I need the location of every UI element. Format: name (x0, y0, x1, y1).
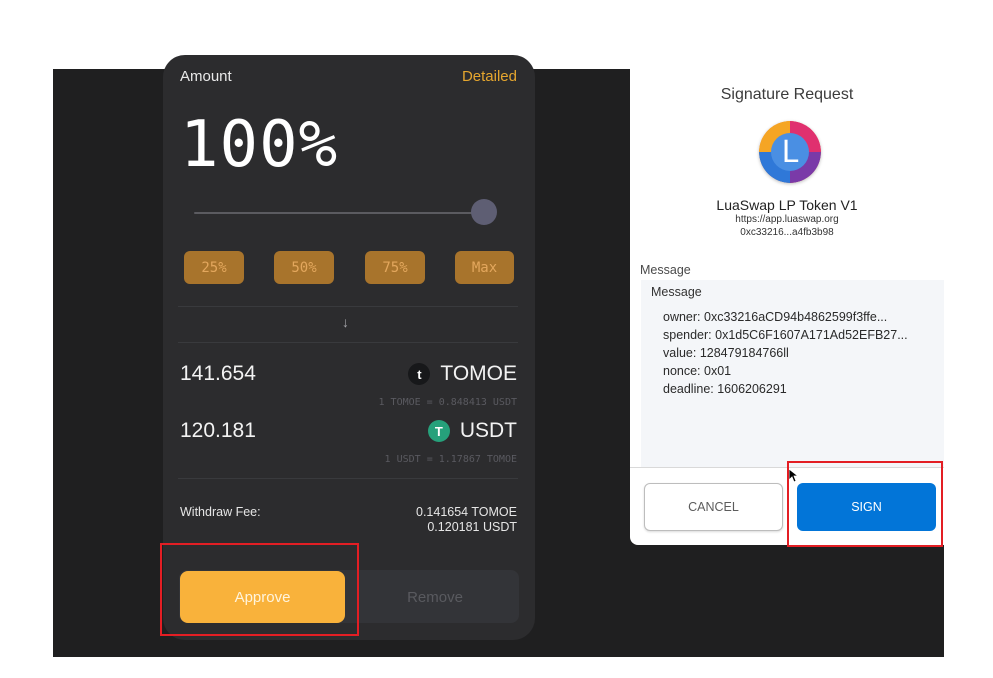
cancel-button[interactable]: CANCEL (644, 483, 783, 531)
percent-25-button[interactable]: 25% (184, 251, 244, 284)
percent-50-button[interactable]: 50% (274, 251, 334, 284)
message-line-owner: owner: 0xc33216aCD94b4862599f3ffe... (663, 310, 888, 324)
fee-usdt: 0.120181 USDT (427, 520, 517, 534)
percent-display: 100% (180, 108, 339, 182)
approve-highlight-box (160, 543, 359, 636)
fee-tomoe: 0.141654 TOMOE (416, 505, 517, 519)
tomoe-icon: t (408, 363, 431, 385)
tomoe-symbol: TOMOE (440, 362, 517, 385)
origin-name: LuaSwap LP Token V1 (716, 197, 858, 213)
tomoe-amount: 141.654 (180, 362, 256, 385)
arrow-down-icon: ↓ (342, 314, 349, 330)
divider (178, 478, 518, 479)
tomoe-rate: 1 TOMOE = 0.848413 USDT (378, 397, 517, 408)
remove-button[interactable]: Remove (352, 571, 518, 623)
usdt-token: T USDT (427, 419, 517, 443)
usdt-icon: T (427, 420, 450, 442)
luaswap-logo-icon: L (759, 121, 821, 183)
amount-label: Amount (180, 68, 232, 85)
usdt-symbol: USDT (459, 419, 517, 442)
divider (178, 342, 518, 343)
withdraw-fee-values: 0.141654 TOMOE 0.120181 USDT (416, 505, 517, 535)
dialog-title: Signature Request (720, 86, 854, 103)
origin-url: https://app.luaswap.org (735, 214, 839, 225)
sign-highlight-box (787, 461, 943, 547)
percent-max-button[interactable]: Max (455, 251, 514, 284)
usdt-amount: 120.181 (180, 419, 256, 442)
origin-address: 0xc33216...a4fb3b98 (740, 227, 834, 238)
message-box-label: Message (651, 285, 702, 299)
message-line-value: value: 128479184766ll (663, 346, 789, 360)
mouse-cursor-icon (788, 468, 800, 488)
message-line-spender: spender: 0x1d5C6F1607A171Ad52EFB27... (663, 328, 908, 342)
amount-slider-track[interactable] (194, 212, 484, 214)
message-line-nonce: nonce: 0x01 (663, 364, 732, 378)
amount-slider-knob[interactable] (471, 199, 497, 225)
withdraw-fee-label: Withdraw Fee: (180, 505, 261, 519)
message-line-deadline: deadline: 1606206291 (663, 382, 787, 396)
detailed-link[interactable]: Detailed (462, 68, 517, 85)
usdt-rate: 1 USDT = 1.17867 TOMOE (384, 454, 517, 465)
percent-75-button[interactable]: 75% (365, 251, 425, 284)
message-section-label: Message (640, 263, 691, 277)
tomoe-token: t TOMOE (408, 362, 517, 386)
svg-text:L: L (782, 135, 799, 170)
divider (178, 306, 518, 307)
